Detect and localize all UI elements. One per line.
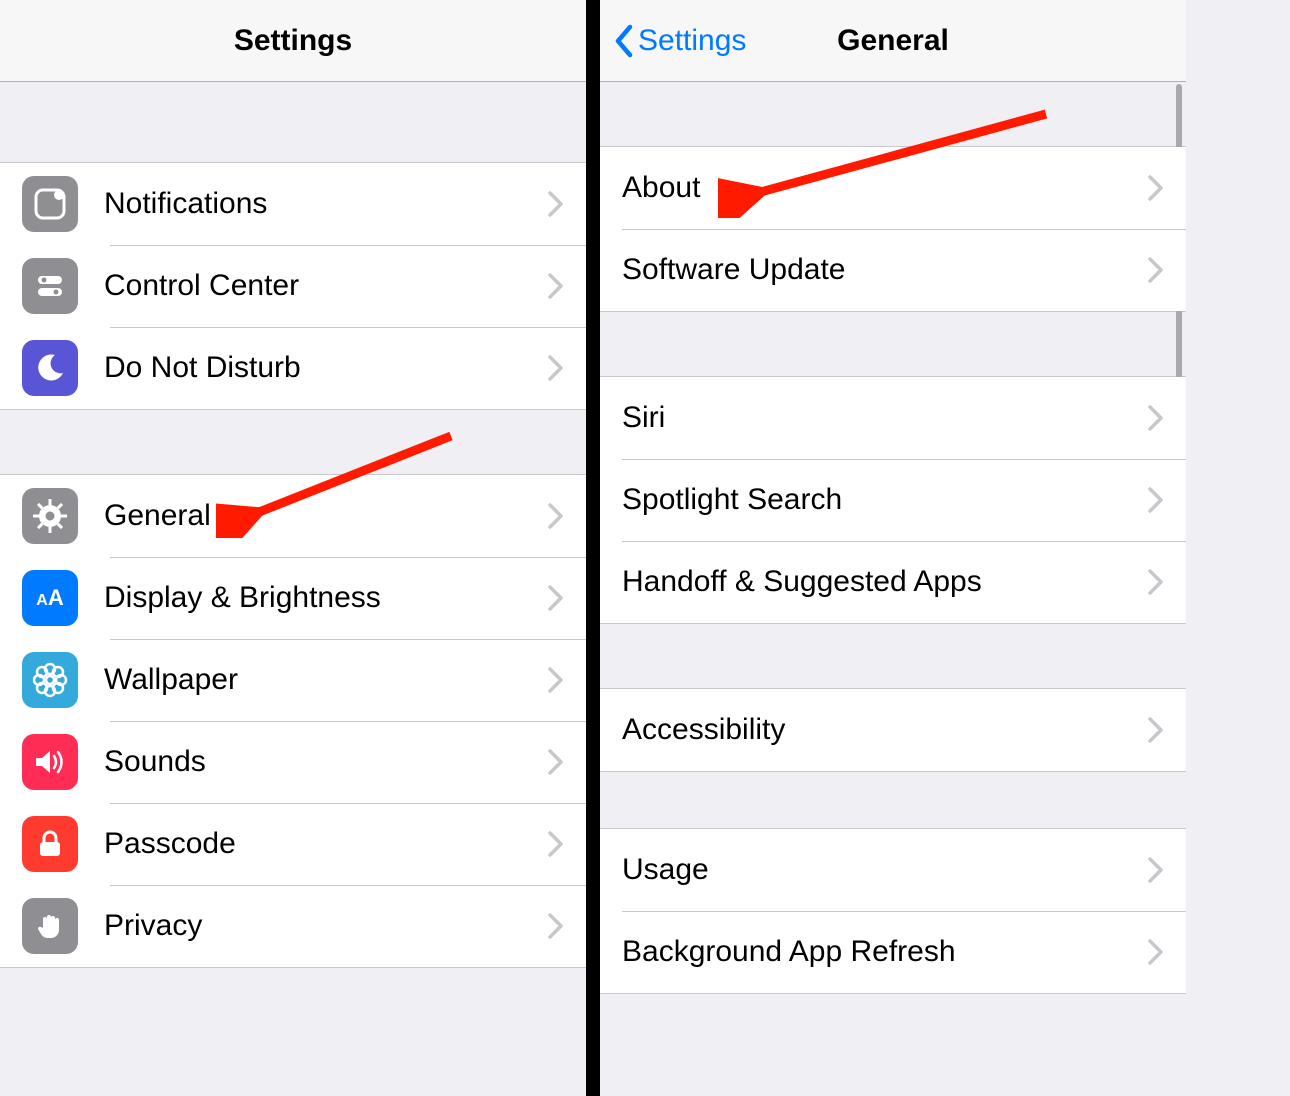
speaker-icon (22, 734, 78, 790)
row-label: Siri (622, 401, 1140, 435)
chevron-right-icon (1148, 175, 1164, 201)
row-label: Accessibility (622, 713, 1140, 747)
settings-screen: Settings Notifications (0, 0, 586, 1096)
row-accessibility[interactable]: Accessibility (600, 689, 1186, 771)
row-label: Spotlight Search (622, 483, 1140, 517)
chevron-right-icon (548, 191, 564, 217)
row-passcode[interactable]: Passcode (0, 803, 586, 885)
moon-icon (22, 340, 78, 396)
chevron-right-icon (548, 503, 564, 529)
row-display-brightness[interactable]: AA Display & Brightness (0, 557, 586, 639)
row-handoff[interactable]: Handoff & Suggested Apps (600, 541, 1186, 623)
screen-divider (586, 0, 600, 1096)
back-button[interactable]: Settings (614, 24, 746, 58)
row-label: Passcode (104, 827, 540, 861)
row-label: Privacy (104, 909, 540, 943)
row-label: Do Not Disturb (104, 351, 540, 385)
chevron-right-icon (1148, 405, 1164, 431)
lock-icon (22, 816, 78, 872)
page-title: Settings (0, 24, 586, 58)
control-center-icon (22, 258, 78, 314)
chevron-right-icon (1148, 569, 1164, 595)
settings-group: Notifications Control Center (0, 162, 586, 410)
flower-icon (22, 652, 78, 708)
chevron-right-icon (1148, 717, 1164, 743)
row-label: About (622, 171, 1140, 205)
general-group: Accessibility (600, 688, 1186, 772)
navbar: Settings General (600, 0, 1186, 82)
chevron-right-icon (548, 585, 564, 611)
row-label: General (104, 499, 540, 533)
row-spotlight-search[interactable]: Spotlight Search (600, 459, 1186, 541)
row-notifications[interactable]: Notifications (0, 163, 586, 245)
gear-icon (22, 488, 78, 544)
row-label: Display & Brightness (104, 581, 540, 615)
row-background-app-refresh[interactable]: Background App Refresh (600, 911, 1186, 993)
aa-icon: AA (22, 570, 78, 626)
notifications-icon (22, 176, 78, 232)
chevron-right-icon (1148, 939, 1164, 965)
row-label: Software Update (622, 253, 1140, 287)
chevron-left-icon (614, 24, 634, 58)
row-wallpaper[interactable]: Wallpaper (0, 639, 586, 721)
chevron-right-icon (548, 355, 564, 381)
navbar: Settings (0, 0, 586, 82)
general-group: Usage Background App Refresh (600, 828, 1186, 994)
chevron-right-icon (548, 831, 564, 857)
row-privacy[interactable]: Privacy (0, 885, 586, 967)
chevron-right-icon (1148, 487, 1164, 513)
general-group: About Software Update (600, 146, 1186, 312)
chevron-right-icon (548, 913, 564, 939)
row-label: Sounds (104, 745, 540, 779)
row-label: Notifications (104, 187, 540, 221)
row-sounds[interactable]: Sounds (0, 721, 586, 803)
chevron-right-icon (548, 273, 564, 299)
row-label: Wallpaper (104, 663, 540, 697)
hand-icon (22, 898, 78, 954)
row-usage[interactable]: Usage (600, 829, 1186, 911)
row-control-center[interactable]: Control Center (0, 245, 586, 327)
row-label: Control Center (104, 269, 540, 303)
row-siri[interactable]: Siri (600, 377, 1186, 459)
general-screen: Settings General About Software Update (600, 0, 1186, 1096)
row-general[interactable]: General (0, 475, 586, 557)
row-do-not-disturb[interactable]: Do Not Disturb (0, 327, 586, 409)
row-software-update[interactable]: Software Update (600, 229, 1186, 311)
settings-group: General AA Display & Brightness (0, 474, 586, 968)
row-label: Handoff & Suggested Apps (622, 565, 1140, 599)
chevron-right-icon (1148, 857, 1164, 883)
chevron-right-icon (548, 667, 564, 693)
row-about[interactable]: About (600, 147, 1186, 229)
row-label: Background App Refresh (622, 935, 1140, 969)
chevron-right-icon (1148, 257, 1164, 283)
chevron-right-icon (548, 749, 564, 775)
back-label: Settings (638, 24, 746, 58)
general-group: Siri Spotlight Search Handoff & Suggeste… (600, 376, 1186, 624)
row-label: Usage (622, 853, 1140, 887)
